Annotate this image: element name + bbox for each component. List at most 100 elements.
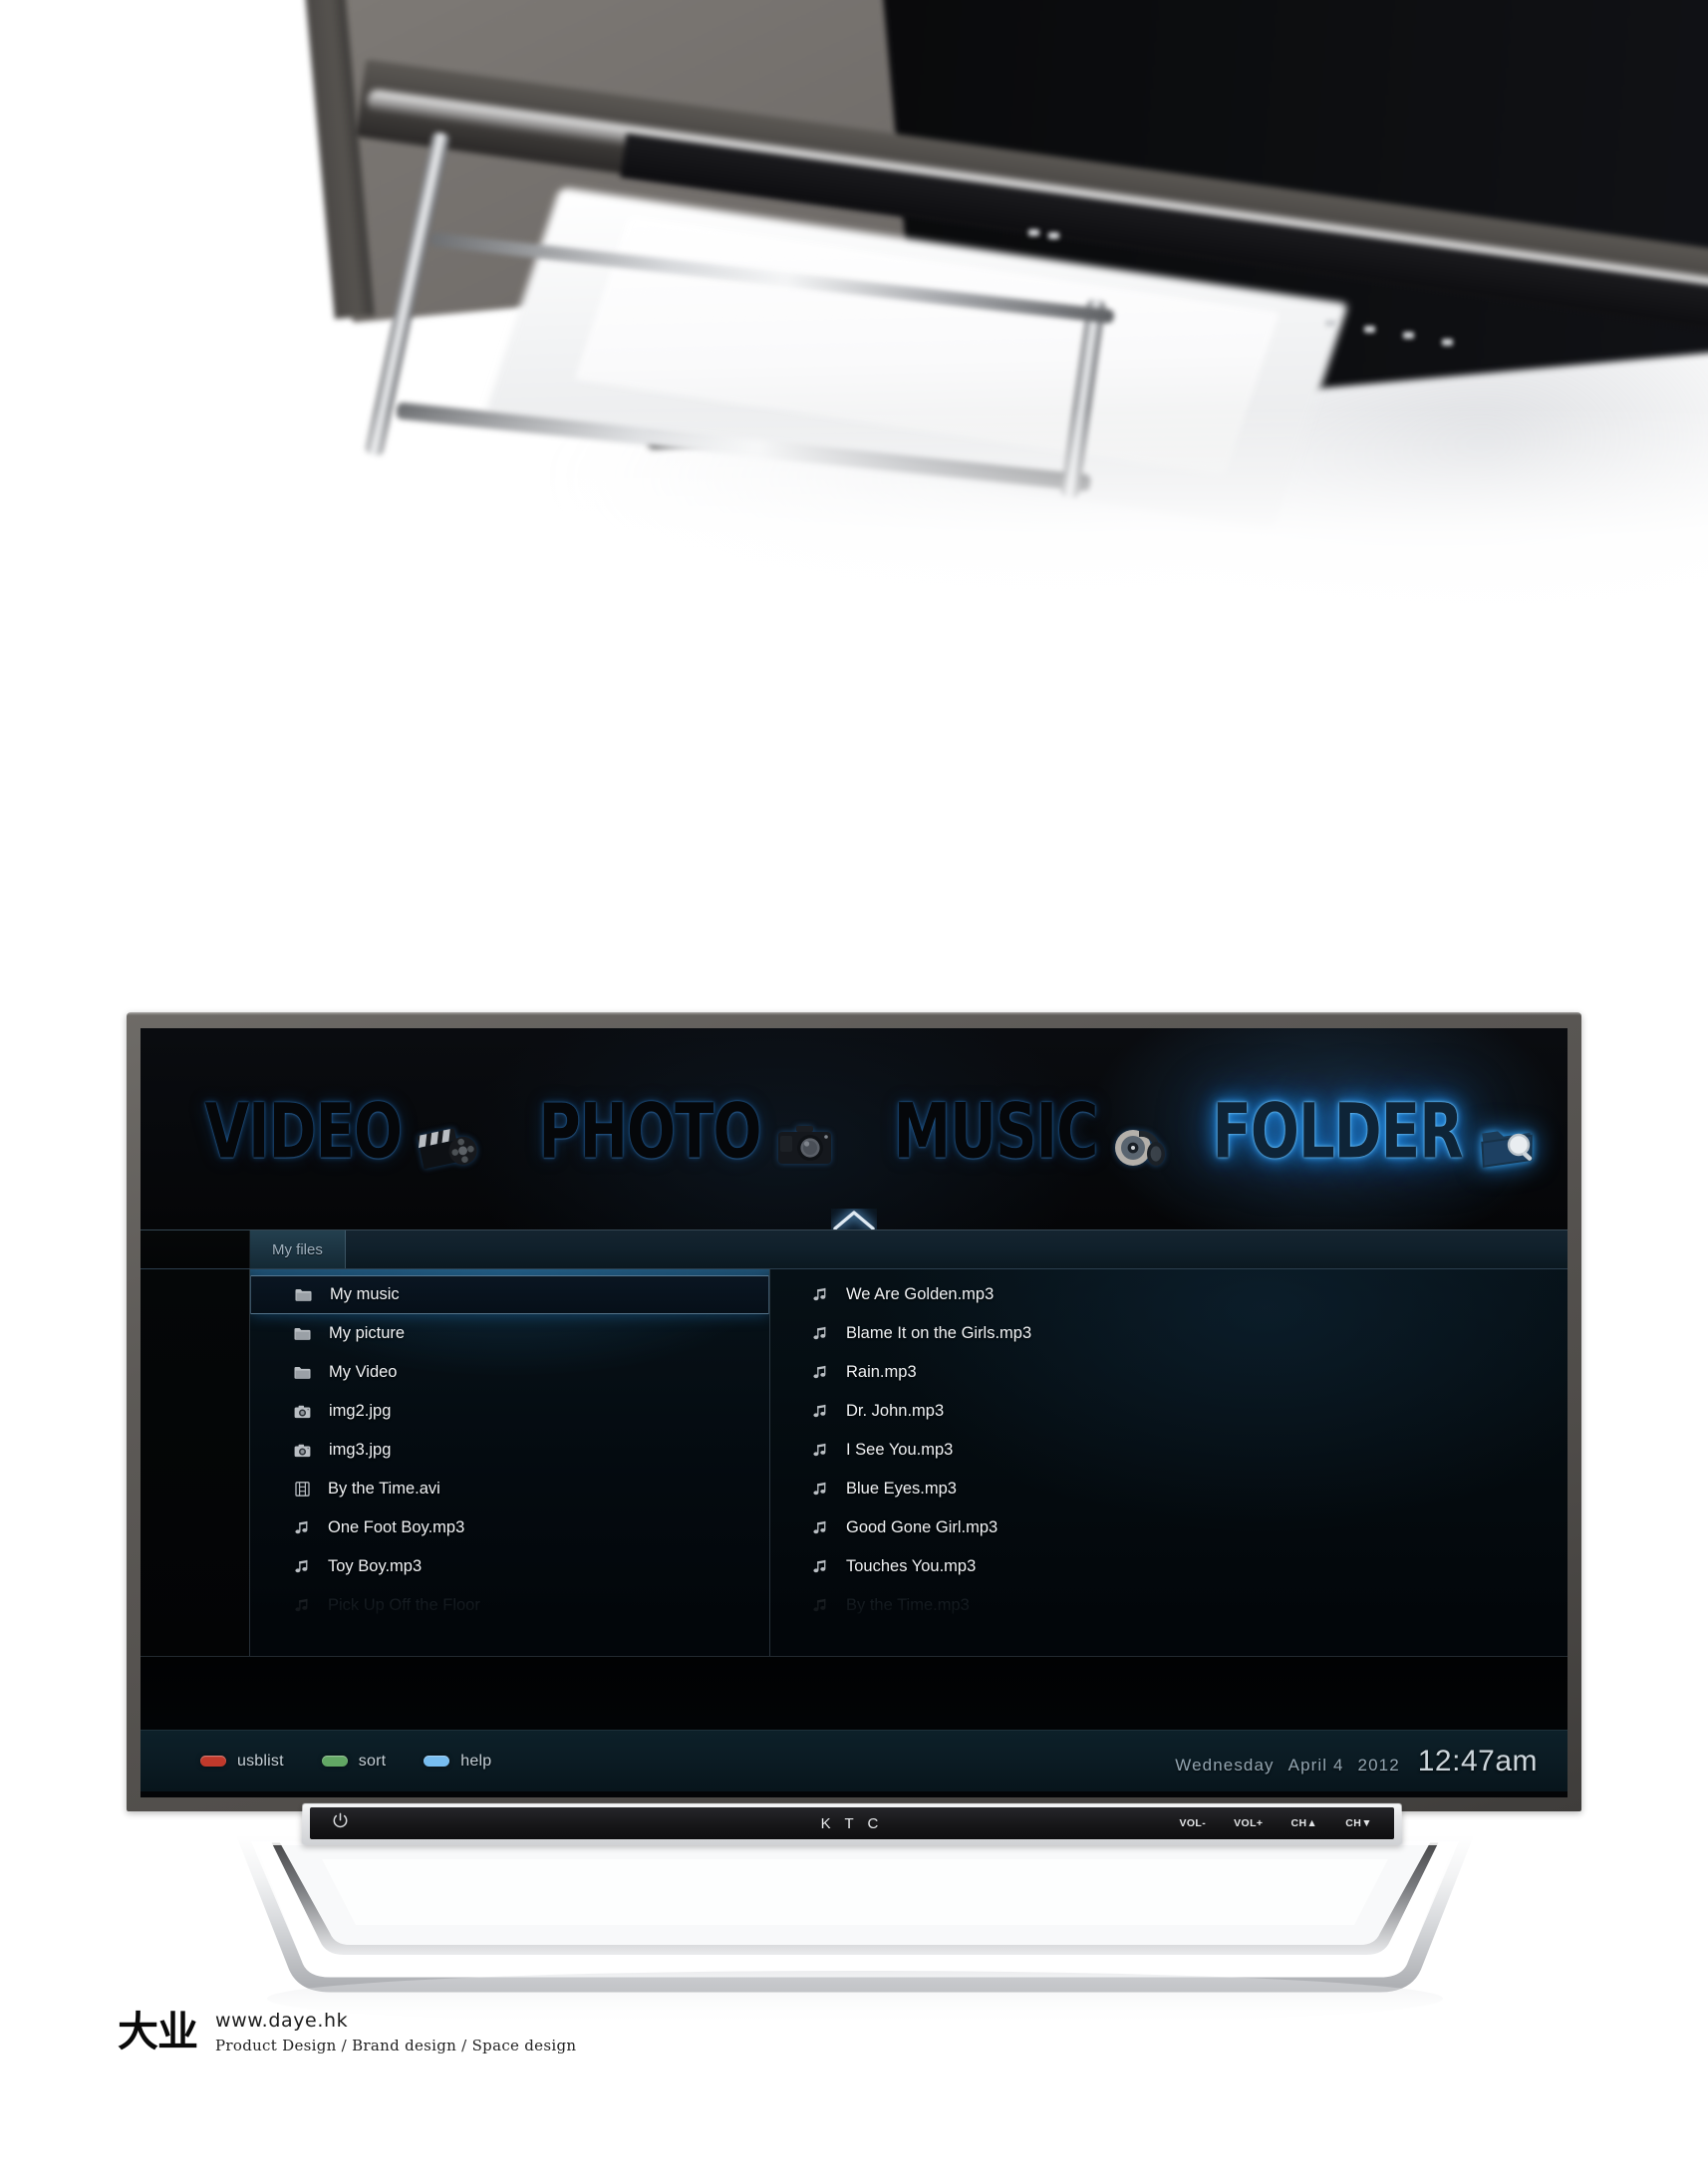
content-area: My music My picture My Video img2.jpg img3.j… xyxy=(141,1269,1567,1656)
music-icon xyxy=(294,1598,310,1613)
file-list-item[interactable]: Rain.mp3 xyxy=(770,1353,1567,1392)
ch-down-button[interactable]: CH▼ xyxy=(1345,1817,1372,1829)
file-list-item[interactable]: We Are Golden.mp3 xyxy=(770,1275,1567,1314)
music-icon xyxy=(294,1520,310,1535)
file-name: Pick Up Off the Floor xyxy=(328,1596,480,1614)
year-text: 2012 xyxy=(1357,1755,1400,1774)
main-menu: VIDEO PHOTO MUSIC FOLDER xyxy=(141,1028,1567,1230)
file-list-item[interactable]: Dr. John.mp3 xyxy=(770,1392,1567,1431)
file-list-item[interactable]: By the Time.avi xyxy=(250,1470,769,1508)
file-list-item[interactable]: My music xyxy=(250,1275,769,1314)
menu-item-music-label: MUSIC xyxy=(893,1086,1098,1176)
file-browser-right-pane: We Are Golden.mp3 Blame It on the Girls.m… xyxy=(770,1269,1567,1656)
camera-icon xyxy=(775,1119,835,1171)
hotkey-help-label: help xyxy=(460,1752,492,1770)
file-name: img2.jpg xyxy=(329,1402,392,1420)
file-list-item[interactable]: My picture xyxy=(250,1314,769,1353)
hotkey-group: usblist sort help xyxy=(200,1753,491,1771)
lower-empty-band xyxy=(141,1656,1567,1730)
folder-icon xyxy=(294,1366,311,1380)
file-list-item[interactable]: My Video xyxy=(250,1353,769,1392)
file-name: We Are Golden.mp3 xyxy=(846,1285,995,1303)
file-browser-left-pane: My music My picture My Video img2.jpg img3.j… xyxy=(250,1269,770,1656)
file-name: My picture xyxy=(329,1324,406,1342)
folder-icon xyxy=(295,1288,312,1302)
file-list-item[interactable]: Good Gone Girl.mp3 xyxy=(770,1508,1567,1547)
file-name: Toy Boy.mp3 xyxy=(328,1557,423,1575)
vol-up-button[interactable]: VOL+ xyxy=(1234,1817,1263,1829)
hotkey-sort[interactable]: sort xyxy=(321,1752,387,1771)
clock-text: 12:47am xyxy=(1417,1744,1538,1777)
daye-logo: 大业 xyxy=(118,2008,198,2055)
tab-my-files[interactable]: My files xyxy=(250,1230,346,1268)
tab-bar: My files xyxy=(141,1229,1567,1269)
tab-my-files-label: My files xyxy=(272,1240,323,1258)
menu-item-video[interactable]: VIDEO xyxy=(166,1028,511,1229)
weekday-text: Wednesday xyxy=(1175,1755,1275,1774)
right-file-list: We Are Golden.mp3 Blame It on the Girls.m… xyxy=(770,1269,1567,1625)
file-list-item[interactable]: By the Time.mp3 xyxy=(770,1586,1567,1625)
music-icon xyxy=(812,1443,828,1458)
clapperboard-icon xyxy=(416,1116,479,1174)
tv-bezel-frame: VIDEO PHOTO MUSIC FOLDER My files My mus… xyxy=(127,1012,1581,1811)
menu-item-photo[interactable]: PHOTO xyxy=(511,1028,856,1229)
hero-indicator-dot xyxy=(1442,339,1453,346)
music-icon xyxy=(812,1326,828,1341)
hotkey-help[interactable]: help xyxy=(424,1753,491,1771)
footer-services: Product Design / Brand design / Space de… xyxy=(215,2037,577,2054)
file-name: Rain.mp3 xyxy=(846,1363,917,1381)
page-root: VIDEO PHOTO MUSIC FOLDER My files My mus… xyxy=(0,0,1708,2184)
folder-icon xyxy=(294,1327,311,1341)
music-icon xyxy=(294,1559,310,1574)
vol-down-button[interactable]: VOL- xyxy=(1179,1817,1206,1829)
ch-up-button[interactable]: CH▲ xyxy=(1290,1817,1317,1829)
hero-indicator-dot xyxy=(1364,326,1375,333)
power-icon[interactable] xyxy=(332,1812,349,1834)
folder-search-icon xyxy=(1478,1118,1540,1172)
file-list-item[interactable]: I See You.mp3 xyxy=(770,1431,1567,1470)
hero-product-photo xyxy=(0,0,1708,638)
file-name: I See You.mp3 xyxy=(846,1441,954,1459)
hotkey-sort-label: sort xyxy=(358,1752,387,1770)
file-name: One Foot Boy.mp3 xyxy=(328,1518,465,1536)
file-list-item[interactable]: Blame It on the Girls.mp3 xyxy=(770,1314,1567,1353)
file-list-item[interactable]: Touches You.mp3 xyxy=(770,1547,1567,1586)
green-key-pill xyxy=(321,1756,348,1767)
film-icon xyxy=(294,1482,310,1497)
file-list-item[interactable]: img3.jpg xyxy=(250,1431,769,1470)
datetime-display: Wednesday April 4 2012 12:47am xyxy=(1175,1745,1538,1778)
file-name: Dr. John.mp3 xyxy=(846,1402,945,1420)
hero-indicator-dot xyxy=(1028,229,1039,236)
file-list-item[interactable]: Blue Eyes.mp3 xyxy=(770,1470,1567,1508)
hero-bottom-fade xyxy=(0,409,1708,638)
tv-key-group: VOL- VOL+ CH▲ CH▼ xyxy=(1179,1817,1372,1829)
red-key-pill xyxy=(200,1756,226,1767)
date-text: Wednesday April 4 2012 xyxy=(1175,1756,1399,1775)
footer-url: www.daye.hk xyxy=(215,2010,349,2032)
file-name: Blue Eyes.mp3 xyxy=(846,1480,957,1498)
headphones-icon xyxy=(1111,1118,1169,1172)
menu-item-music[interactable]: MUSIC xyxy=(855,1028,1200,1229)
file-list-item[interactable]: img2.jpg xyxy=(250,1392,769,1431)
file-list-item[interactable]: One Foot Boy.mp3 xyxy=(250,1508,769,1547)
photo-icon xyxy=(294,1444,311,1458)
file-name: img3.jpg xyxy=(329,1441,392,1459)
menu-item-video-label: VIDEO xyxy=(204,1086,404,1176)
content-left-gutter xyxy=(141,1269,250,1656)
status-bar: usblist sort help Wednesday April 4 2012… xyxy=(141,1730,1567,1791)
photo-icon xyxy=(294,1405,311,1419)
blue-key-pill xyxy=(424,1756,450,1767)
file-list-item[interactable]: Toy Boy.mp3 xyxy=(250,1547,769,1586)
hotkey-usblist[interactable]: usblist xyxy=(200,1753,284,1771)
footer-text-block: www.daye.hk Product Design / Brand desig… xyxy=(215,2008,576,2054)
menu-item-folder-label: FOLDER xyxy=(1212,1086,1464,1176)
music-icon xyxy=(812,1598,828,1613)
music-icon xyxy=(812,1365,828,1380)
monthday-text: April 4 xyxy=(1287,1755,1344,1774)
tv-unit: VIDEO PHOTO MUSIC FOLDER My files My mus… xyxy=(127,1012,1581,2027)
file-list-item[interactable]: Pick Up Off the Floor xyxy=(250,1586,769,1625)
file-name: By the Time.mp3 xyxy=(846,1596,970,1614)
menu-item-folder[interactable]: FOLDER xyxy=(1200,1028,1545,1229)
tv-screen: VIDEO PHOTO MUSIC FOLDER My files My mus… xyxy=(141,1028,1567,1797)
hero-indicator-dot xyxy=(1048,232,1059,239)
